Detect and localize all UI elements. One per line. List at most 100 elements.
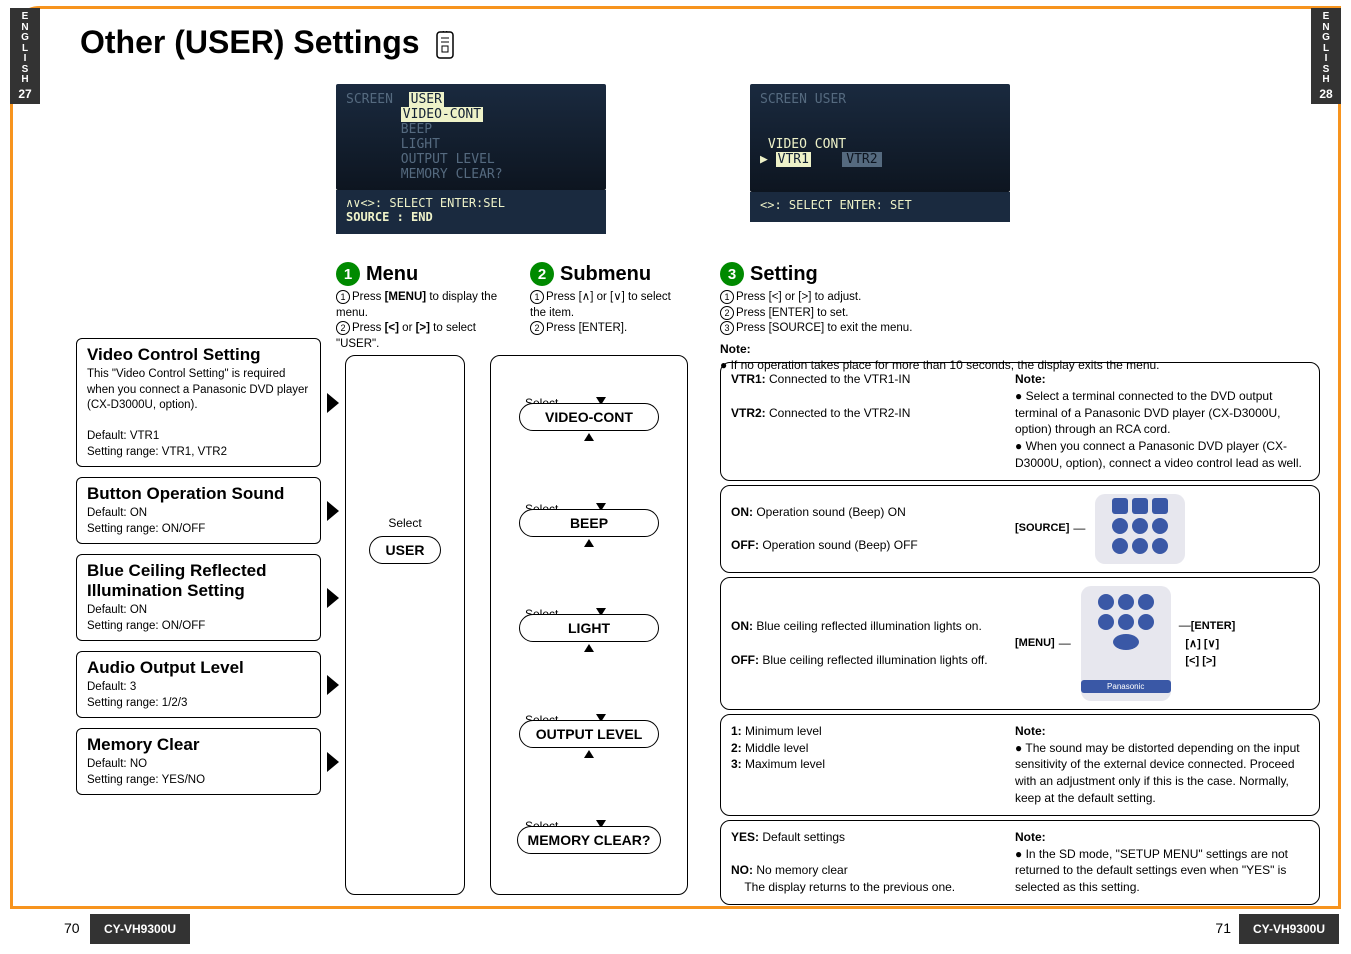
btn-icon — [1118, 614, 1134, 630]
substep-2-icon: 2 — [530, 321, 544, 335]
sec-default: Default: NO — [87, 758, 147, 770]
hint-line1: ∧∨<>: SELECT ENTER:SEL — [346, 196, 505, 210]
sec-default: Default: ON — [87, 604, 147, 616]
opt-label: 1: — [731, 724, 742, 738]
arrow-up-icon — [584, 644, 594, 652]
page-title-text: Other (USER) Settings — [80, 24, 420, 60]
screen-item: OUTPUT LEVEL — [401, 152, 495, 167]
t: Press [ENTER] to set. — [736, 307, 848, 319]
section-video-control: Video Control Setting This "Video Contro… — [76, 338, 321, 467]
screen-content: SCREEN USER VIDEO-CONT BEEP LIGHT OUTPUT… — [336, 84, 606, 190]
substep-1-icon: 1 — [530, 290, 544, 304]
opt-label: ON: — [731, 505, 753, 519]
btn-icon — [1132, 518, 1148, 534]
t: Press [<] or [>] to adjust. — [736, 291, 861, 303]
step-2-title: Submenu — [560, 263, 651, 286]
tab-num-left: 27 — [10, 88, 40, 101]
sec-title: Audio Output Level — [87, 658, 310, 678]
sec-default: Default: ON — [87, 507, 147, 519]
opt-label: NO: — [731, 863, 753, 877]
btn-icon — [1112, 498, 1128, 514]
page-number-left: 70 — [64, 920, 80, 936]
opt-text: Blue ceiling reflected illumination ligh… — [759, 653, 988, 667]
sec-title: Button Operation Sound — [87, 484, 310, 504]
screen-user-highlight: USER — [409, 92, 444, 107]
remote-bottom-icon: Panasonic — [1081, 586, 1171, 701]
settings-sections: Video Control Setting This "Video Contro… — [76, 338, 321, 795]
substep-1-icon: 1 — [336, 290, 350, 304]
substep-icon: 2 — [720, 306, 734, 320]
step-3-title: Setting — [750, 263, 818, 286]
opt-text: Operation sound (Beep) OFF — [759, 538, 918, 552]
btn-icon — [1152, 498, 1168, 514]
detail-light: ON: Blue ceiling reflected illumination … — [720, 577, 1320, 710]
page-title: Other (USER) Settings — [80, 24, 454, 67]
menu-step: 1 Menu 1Press [MENU] to display the menu… — [336, 262, 512, 352]
substep-icon: 3 — [720, 321, 734, 335]
arrow-up-icon — [584, 433, 594, 441]
remote-top-icon — [1095, 494, 1185, 564]
note-text: In the SD mode, "SETUP MENU" settings ar… — [1015, 847, 1288, 895]
pill-light: LIGHT — [519, 614, 659, 642]
opt-label: OFF: — [731, 538, 759, 552]
model-label-left: CY-VH9300U — [90, 914, 190, 944]
remote-icon — [436, 30, 454, 67]
section-audio-output: Audio Output Level Default: 3 Setting ra… — [76, 651, 321, 718]
opt-text: Connected to the VTR1-IN — [766, 372, 911, 386]
section-button-sound: Button Operation Sound Default: ON Setti… — [76, 477, 321, 544]
sec-range: Setting range: VTR1, VTR2 — [87, 446, 227, 458]
btn-icon — [1112, 538, 1128, 554]
screen-header: SCREEN USER — [760, 92, 846, 107]
btn-icon — [1152, 518, 1168, 534]
sec-range: Setting range: 1/2/3 — [87, 697, 187, 709]
screen-row-label: VIDEO CONT — [768, 137, 846, 152]
t: or — [402, 322, 415, 334]
btn-icon — [1112, 518, 1128, 534]
setting-step: 3 Setting 1Press [<] or [>] to adjust. 2… — [720, 262, 1260, 374]
sec-title: Video Control Setting — [87, 345, 310, 365]
key-updown-label: [∧] [∨] — [1185, 638, 1219, 650]
hint-line2: SOURCE : END — [346, 210, 433, 224]
screen-hint: ∧∨<>: SELECT ENTER:SEL SOURCE : END — [336, 190, 606, 234]
key-menu-label: [MENU] — [1015, 636, 1055, 651]
submenu-flow-box: Select VIDEO-CONT Select BEEP Select LIG… — [490, 355, 688, 895]
pill-beep: BEEP — [519, 509, 659, 537]
brand-label: Panasonic — [1081, 680, 1171, 693]
note-label: Note: — [1015, 372, 1046, 386]
opt-label: ON: — [731, 619, 753, 633]
arrow-up-icon — [584, 539, 594, 547]
opt-label: VTR1: — [731, 372, 766, 386]
lang-tab-left: ENGLISH 27 — [10, 8, 40, 104]
opt-label: VTR2: — [731, 406, 766, 420]
opt-label: 3: — [731, 757, 742, 771]
opt-text: Middle level — [742, 741, 809, 755]
screen-item: VIDEO-CONT — [401, 107, 483, 122]
screen-opt-vtr1: VTR1 — [776, 152, 811, 167]
chevron-right-icon — [327, 393, 339, 413]
sec-title: Blue Ceiling Reflected Illumination Sett… — [87, 561, 310, 601]
lang-label: ENGLISH — [1322, 11, 1330, 85]
step-1-badge: 1 — [336, 262, 360, 286]
select-label: Select — [388, 516, 421, 530]
screen-item: BEEP — [401, 122, 432, 137]
btn-icon — [1132, 498, 1148, 514]
t: Press [ENTER]. — [546, 322, 627, 334]
step-2-badge: 2 — [530, 262, 554, 286]
screen-item: LIGHT — [401, 137, 440, 152]
sec-default: Default: 3 — [87, 681, 136, 693]
t: Press — [352, 322, 385, 334]
opt-subtext: The display returns to the previous one. — [744, 880, 955, 894]
btn-icon — [1152, 538, 1168, 554]
sec-range: Setting range: YES/NO — [87, 774, 205, 786]
key-enter-label: [ENTER] — [1191, 620, 1236, 632]
t: [<] — [385, 322, 403, 334]
detail-output-level: 1: Minimum level 2: Middle level 3: Maxi… — [720, 714, 1320, 816]
btn-icon — [1118, 594, 1134, 610]
detail-boxes: VTR1: Connected to the VTR1-IN VTR2: Con… — [720, 362, 1320, 905]
pill-memory-clear: MEMORY CLEAR? — [517, 826, 662, 854]
opt-label: 2: — [731, 741, 742, 755]
detail-beep: ON: Operation sound (Beep) ON OFF: Opera… — [720, 485, 1320, 573]
right-lcd-screen: SCREEN USER VIDEO CONT ▶ VTR1 VTR2 <>: S… — [750, 84, 1010, 222]
t: Press [SOURCE] to exit the menu. — [736, 322, 912, 334]
pill-video-cont: VIDEO-CONT — [519, 403, 659, 431]
